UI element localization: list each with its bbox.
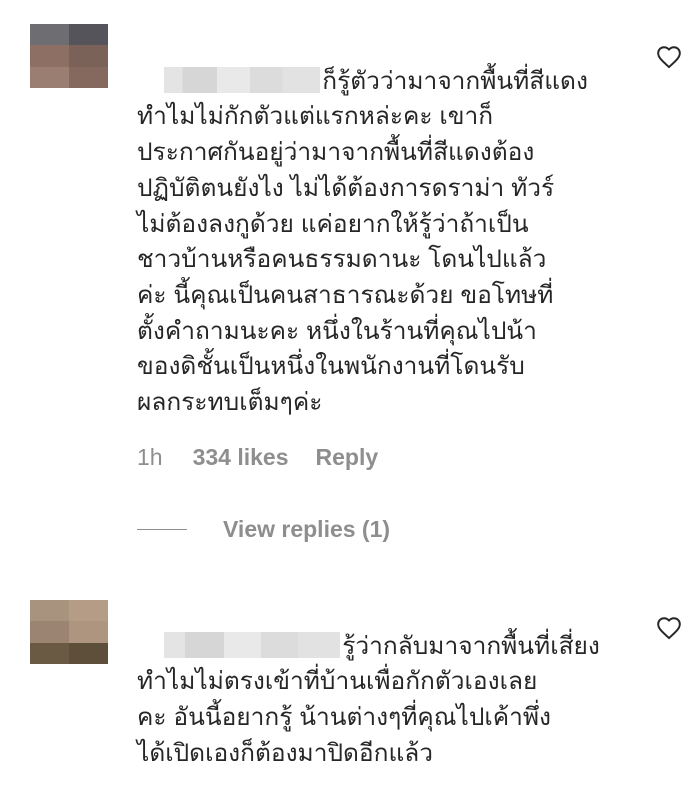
username-blurred[interactable] (164, 631, 341, 658)
heart-outline-icon (657, 46, 681, 69)
comment-text-container: รู้ว่ากลับมาจากพื้นที่เสี่ยง ทำไมไม่ตรงเ… (137, 593, 617, 807)
avatar[interactable] (30, 600, 108, 664)
like-button[interactable] (656, 45, 682, 69)
comment-meta: 1h 334 likes Reply (137, 440, 378, 474)
likes-count[interactable]: 334 likes (193, 444, 289, 471)
avatar[interactable] (30, 24, 108, 88)
view-replies-button[interactable]: View replies (1) (137, 512, 390, 546)
comment-text-container: ก็รู้ตัวว่ามาจากพื้นที่สีแดง ทำไมไม่กักต… (137, 28, 617, 456)
reply-button[interactable]: Reply (316, 444, 379, 471)
comment-time: 1h (137, 443, 163, 470)
heart-outline-icon (657, 617, 681, 640)
comment-text: ก็รู้ตัวว่ามาจากพื้นที่สีแดง ทำไมไม่กักต… (137, 67, 588, 417)
username-blurred[interactable] (164, 66, 321, 93)
view-replies-label: View replies (1) (223, 515, 391, 542)
divider-line (137, 528, 187, 530)
like-button[interactable] (656, 616, 682, 640)
